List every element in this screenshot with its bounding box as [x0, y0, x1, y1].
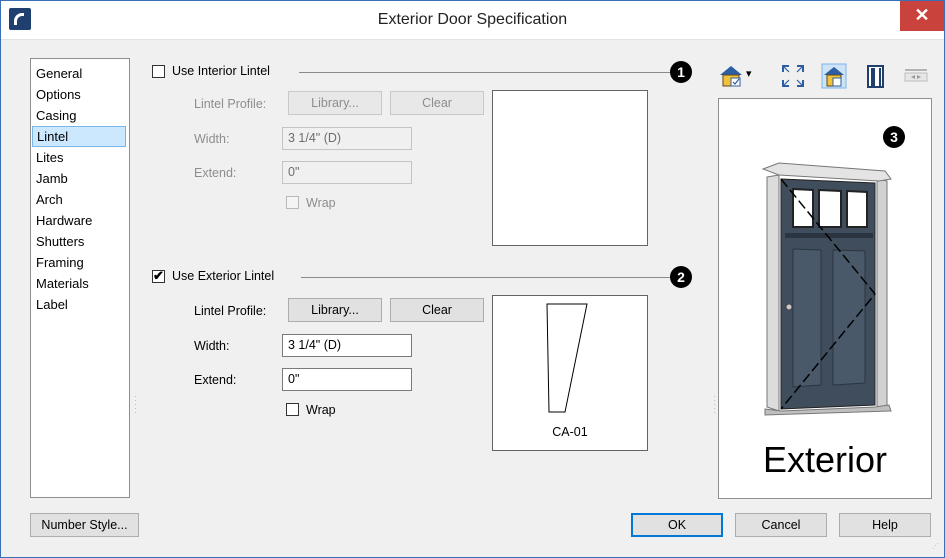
swap-side-button[interactable] [903, 63, 929, 89]
ok-button[interactable]: OK [631, 513, 723, 537]
sidebar-item-hardware[interactable]: Hardware [32, 210, 126, 231]
exterior-wrap-checkbox[interactable] [286, 403, 299, 416]
exterior-width-label: Width: [194, 339, 230, 353]
door-elevation-button[interactable] [862, 63, 888, 89]
callout-2: 2 [670, 266, 692, 288]
interior-width-label: Width: [194, 132, 230, 146]
interior-divider [299, 72, 671, 73]
exterior-wrap-label: Wrap [306, 403, 336, 417]
exterior-profile-label: Lintel Profile: [194, 304, 267, 318]
sidebar-item-lintel[interactable]: Lintel [32, 126, 126, 147]
close-button[interactable]: ✕ [900, 1, 944, 31]
use-exterior-lintel-checkbox[interactable]: ✔ [152, 268, 165, 283]
window-title: Exterior Door Specification [377, 11, 568, 28]
interior-extend-label: Extend: [194, 166, 237, 180]
category-list[interactable]: General Options Casing Lintel Lites Jamb… [30, 58, 130, 498]
sidebar-item-arch[interactable]: Arch [32, 189, 126, 210]
title-bar[interactable]: Exterior Door Specification ✕ [1, 1, 944, 40]
sidebar-item-options[interactable]: Options [32, 84, 126, 105]
sidebar-item-framing[interactable]: Framing [32, 252, 126, 273]
sidebar-item-general[interactable]: General [32, 63, 126, 84]
number-style-button[interactable]: Number Style... [30, 513, 139, 537]
exterior-extend-field[interactable]: 0" [282, 368, 412, 391]
interior-extend-field[interactable]: 0" [282, 161, 412, 184]
chevron-down-icon: ▾ [746, 68, 752, 80]
sidebar-item-label[interactable]: Label [32, 294, 126, 315]
interior-profile-preview [492, 90, 648, 246]
door-rendering [761, 162, 892, 416]
dialog-window: Exterior Door Specification ✕ General Op… [0, 0, 945, 558]
interior-profile-label: Lintel Profile: [194, 97, 267, 111]
fit-window-button[interactable] [780, 63, 806, 89]
exterior-divider [301, 277, 671, 278]
view-type-button[interactable]: ▾ [718, 63, 756, 89]
sidebar-item-shutters[interactable]: Shutters [32, 231, 126, 252]
swap-side-icon [904, 69, 928, 82]
checkmark-icon: ✔ [153, 268, 164, 283]
exterior-clear-button[interactable]: Clear [390, 298, 484, 322]
door-elevation-icon [867, 65, 884, 88]
interior-wrap-checkbox[interactable] [286, 196, 299, 209]
fit-window-icon [782, 65, 804, 87]
exterior-library-button[interactable]: Library... [288, 298, 382, 322]
sidebar-item-materials[interactable]: Materials [32, 273, 126, 294]
use-interior-lintel-checkbox[interactable] [152, 65, 165, 78]
splitter-grip[interactable]: · · · · · [134, 392, 137, 417]
interior-library-button[interactable]: Library... [288, 91, 382, 115]
exterior-width-field[interactable]: 3 1/4" (D) [282, 334, 412, 357]
camera-settings-icon [821, 63, 847, 89]
exterior-profile-preview: CA-01 [492, 295, 648, 451]
door-3d-preview[interactable]: 3 Exterior [718, 98, 932, 499]
sidebar-item-lites[interactable]: Lites [32, 147, 126, 168]
interior-wrap-label: Wrap [306, 196, 336, 210]
callout-1: 1 [670, 61, 692, 83]
preview-caption: Exterior [762, 439, 888, 480]
preview-splitter-grip[interactable]: · · · · · [713, 392, 716, 417]
exterior-extend-label: Extend: [194, 373, 237, 387]
interior-clear-button[interactable]: Clear [390, 91, 484, 115]
use-exterior-lintel-label: Use Exterior Lintel [172, 269, 275, 283]
sidebar-item-casing[interactable]: Casing [32, 105, 126, 126]
profile-name-label: CA-01 [552, 425, 588, 439]
resize-grip[interactable]: ⋰ [932, 543, 939, 550]
interior-width-field[interactable]: 3 1/4" (D) [282, 127, 412, 150]
camera-settings-button[interactable] [821, 63, 847, 89]
cancel-button[interactable]: Cancel [735, 513, 827, 537]
help-button[interactable]: Help [839, 513, 931, 537]
sidebar-item-jamb[interactable]: Jamb [32, 168, 126, 189]
use-interior-lintel-label: Use Interior Lintel [172, 64, 270, 78]
